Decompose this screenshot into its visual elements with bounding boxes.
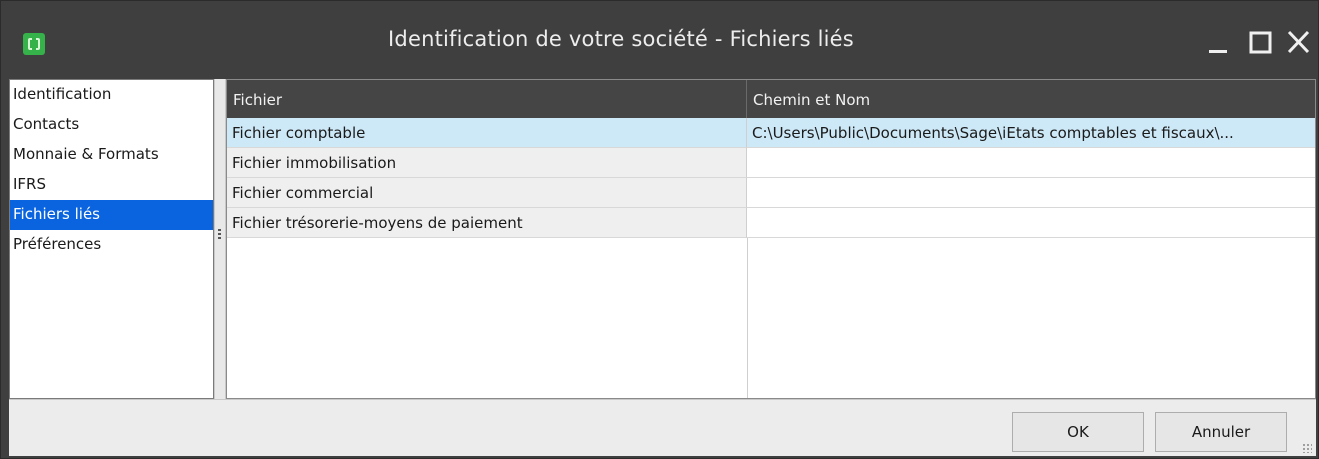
cell-fichier[interactable]: Fichier immobilisation <box>227 148 747 178</box>
minimize-button[interactable] <box>1200 23 1240 63</box>
sidebar-item-identification[interactable]: Identification <box>10 80 213 110</box>
cell-fichier[interactable]: Fichier comptable <box>227 118 747 148</box>
column-header-chemin-nom[interactable]: Chemin et Nom <box>747 80 1315 118</box>
close-button[interactable] <box>1279 23 1319 63</box>
cell-fichier[interactable]: Fichier commercial <box>227 178 747 208</box>
ok-button[interactable]: OK <box>1012 412 1144 452</box>
splitter-grip-icon[interactable] <box>218 229 221 241</box>
cell-chemin[interactable]: C:\Users\Public\Documents\Sage\iEtats co… <box>747 118 1315 148</box>
sidebar-item-ifrs[interactable]: IFRS <box>10 170 213 200</box>
sidebar-item-fichiers-lies[interactable]: Fichiers liés <box>10 200 213 230</box>
close-icon <box>1287 30 1310 54</box>
table-row[interactable]: Fichier immobilisation <box>227 148 1315 178</box>
cancel-button[interactable]: Annuler <box>1155 412 1287 452</box>
column-header-fichier[interactable]: Fichier <box>227 80 747 118</box>
linked-files-grid: Fichier Chemin et Nom Fichier comptable … <box>226 79 1316 399</box>
sidebar-item-monnaie-formats[interactable]: Monnaie & Formats <box>10 140 213 170</box>
table-row[interactable]: Fichier commercial <box>227 178 1315 208</box>
column-divider <box>747 238 748 398</box>
cell-chemin[interactable] <box>747 208 1315 238</box>
dialog-footer: OK Annuler <box>9 399 1316 456</box>
sidebar-item-contacts[interactable]: Contacts <box>10 110 213 140</box>
title-bar[interactable]: Identification de votre société - Fichie… <box>1 1 1318 76</box>
window-title: Identification de votre société - Fichie… <box>388 27 854 51</box>
sidebar-item-preferences[interactable]: Préférences <box>10 230 213 260</box>
cell-chemin[interactable] <box>747 148 1315 178</box>
maximize-icon <box>1249 31 1272 54</box>
maximize-button[interactable] <box>1241 23 1281 63</box>
panel-splitter[interactable] <box>214 79 226 399</box>
cell-chemin[interactable] <box>747 178 1315 208</box>
dialog-window: Identification de votre société - Fichie… <box>0 0 1319 459</box>
grid-header: Fichier Chemin et Nom <box>227 80 1315 118</box>
table-row[interactable]: Fichier comptable C:\Users\Public\Docume… <box>227 118 1315 148</box>
resize-grip-icon[interactable] <box>1302 443 1312 453</box>
minimize-icon <box>1209 50 1227 53</box>
cell-fichier[interactable]: Fichier trésorerie-moyens de paiement <box>227 208 747 238</box>
table-row[interactable]: Fichier trésorerie-moyens de paiement <box>227 208 1315 238</box>
sidebar-nav: Identification Contacts Monnaie & Format… <box>9 79 214 399</box>
